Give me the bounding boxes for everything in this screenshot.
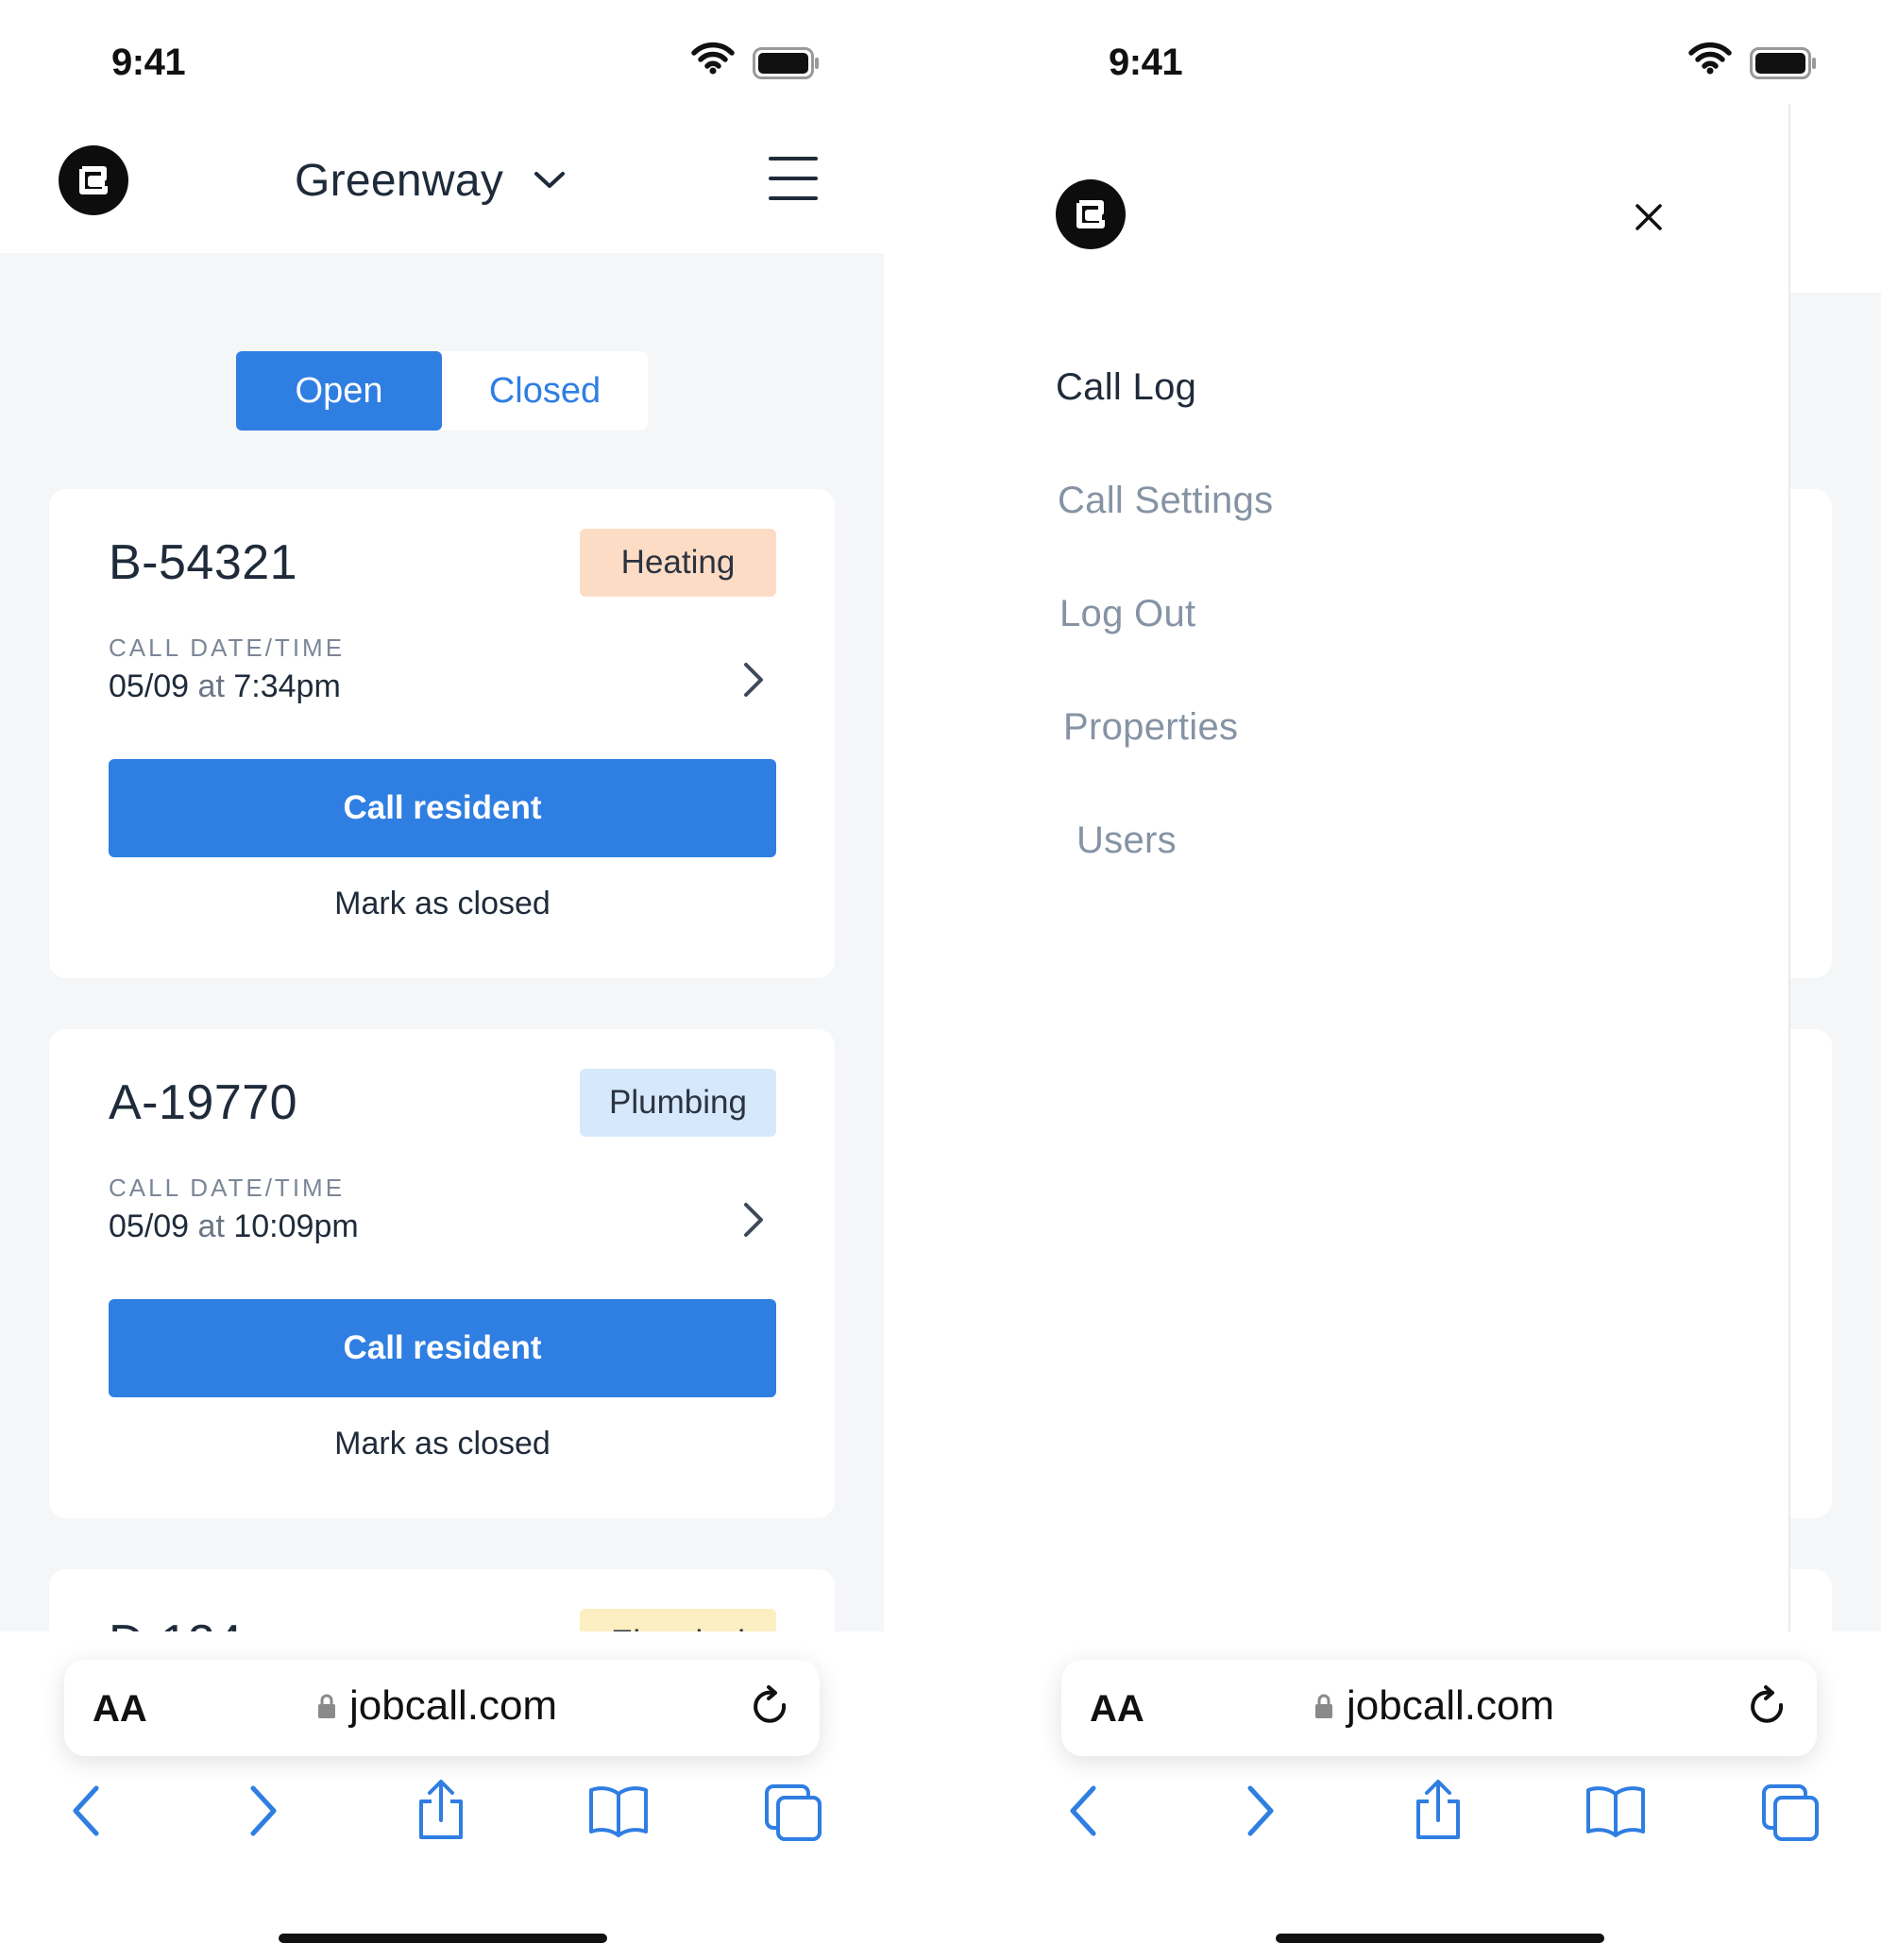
lock-icon <box>318 1694 335 1718</box>
forward-icon[interactable] <box>1243 1784 1277 1837</box>
call-resident-button[interactable]: Call resident <box>109 759 776 857</box>
mark-as-closed-link[interactable]: Mark as closed <box>109 1426 776 1462</box>
home-indicator <box>279 1934 607 1943</box>
share-icon[interactable] <box>415 1779 466 1841</box>
text-size-button[interactable]: AA <box>1090 1688 1144 1731</box>
chevron-right-icon[interactable] <box>742 661 765 699</box>
call-date: 05/09 <box>109 1208 190 1244</box>
menu-item-users[interactable]: Users <box>1076 819 1177 862</box>
call-resident-button[interactable]: Call resident <box>109 1299 776 1397</box>
tabs-icon[interactable] <box>765 1784 823 1843</box>
status-time: 9:41 <box>1109 42 1183 83</box>
menu-item-log-out[interactable]: Log Out <box>1059 593 1195 635</box>
lock-icon <box>1315 1694 1332 1718</box>
tab-closed[interactable]: Closed <box>442 351 648 431</box>
category-badge: Heating <box>580 529 776 597</box>
call-log-screen: 9:41 Greenway Open Closed B-54321 Heatin… <box>0 0 884 1960</box>
nav-drawer: Call Log Call Settings Log Out Propertie… <box>997 104 1790 1631</box>
call-id: B-54321 <box>109 535 298 590</box>
status-tabs: Open Closed <box>236 351 648 431</box>
address-bar[interactable]: AA jobcall.com <box>64 1660 820 1756</box>
browser-toolbar <box>997 1780 1881 1860</box>
call-datetime: 05/09 at 10:09pm <box>109 1208 359 1245</box>
call-at: at <box>197 1208 225 1244</box>
bookmarks-icon[interactable] <box>1584 1784 1647 1837</box>
call-card[interactable]: A-19770 Plumbing CALL DATE/TIME 05/09 at… <box>49 1029 835 1518</box>
logo-icon[interactable] <box>59 145 128 215</box>
mark-as-closed-link[interactable]: Mark as closed <box>109 886 776 922</box>
browser-bar: AA jobcall.com <box>997 1631 1881 1960</box>
battery-icon <box>753 47 819 79</box>
reload-icon[interactable] <box>750 1684 793 1732</box>
tabs-icon[interactable] <box>1762 1784 1821 1843</box>
call-id: A-19770 <box>109 1075 298 1130</box>
url-display[interactable]: jobcall.com <box>1314 1682 1554 1730</box>
property-name: Greenway <box>295 155 504 206</box>
menu-item-call-settings[interactable]: Call Settings <box>1058 480 1273 522</box>
address-bar[interactable]: AA jobcall.com <box>1061 1660 1817 1756</box>
browser-bar: AA jobcall.com <box>0 1631 884 1960</box>
tab-open[interactable]: Open <box>236 351 442 431</box>
call-at: at <box>197 668 225 704</box>
status-time: 9:41 <box>111 42 186 83</box>
app-header: Greenway <box>0 104 884 253</box>
call-list-area: Open Closed B-54321 Heating CALL DATE/TI… <box>0 253 884 1758</box>
wifi-icon <box>691 42 735 75</box>
call-date-label: CALL DATE/TIME <box>109 634 346 662</box>
property-selector[interactable]: Greenway <box>295 149 566 211</box>
url-text: jobcall.com <box>1347 1682 1555 1729</box>
text-size-button[interactable]: AA <box>93 1688 147 1731</box>
call-time: 10:09pm <box>233 1208 359 1244</box>
call-card[interactable]: B-54321 Heating CALL DATE/TIME 05/09 at … <box>49 489 835 978</box>
category-badge: Plumbing <box>580 1069 776 1137</box>
menu-item-call-log[interactable]: Call Log <box>1056 366 1196 409</box>
forward-icon[interactable] <box>246 1784 280 1837</box>
call-datetime: 05/09 at 7:34pm <box>109 668 341 705</box>
menu-open-screen: 9:41 Heating Call resident Plumbing <box>997 0 1881 1960</box>
call-time: 7:34pm <box>233 668 341 704</box>
hamburger-icon[interactable] <box>769 157 820 200</box>
reload-icon[interactable] <box>1747 1684 1790 1732</box>
browser-toolbar <box>0 1780 884 1860</box>
close-icon[interactable] <box>1630 198 1668 236</box>
back-icon[interactable] <box>1067 1784 1101 1837</box>
home-indicator <box>1276 1934 1604 1943</box>
back-icon[interactable] <box>70 1784 104 1837</box>
call-date-label: CALL DATE/TIME <box>109 1174 346 1202</box>
logo-icon[interactable] <box>1056 179 1126 249</box>
chevron-down-icon <box>534 172 566 188</box>
share-icon[interactable] <box>1413 1779 1464 1841</box>
url-display[interactable]: jobcall.com <box>317 1682 557 1730</box>
chevron-right-icon[interactable] <box>742 1201 765 1239</box>
battery-icon <box>1750 47 1816 79</box>
call-date: 05/09 <box>109 668 190 704</box>
bookmarks-icon[interactable] <box>587 1784 650 1837</box>
url-text: jobcall.com <box>349 1682 558 1729</box>
menu-item-properties[interactable]: Properties <box>1063 706 1238 749</box>
wifi-icon <box>1688 42 1732 75</box>
